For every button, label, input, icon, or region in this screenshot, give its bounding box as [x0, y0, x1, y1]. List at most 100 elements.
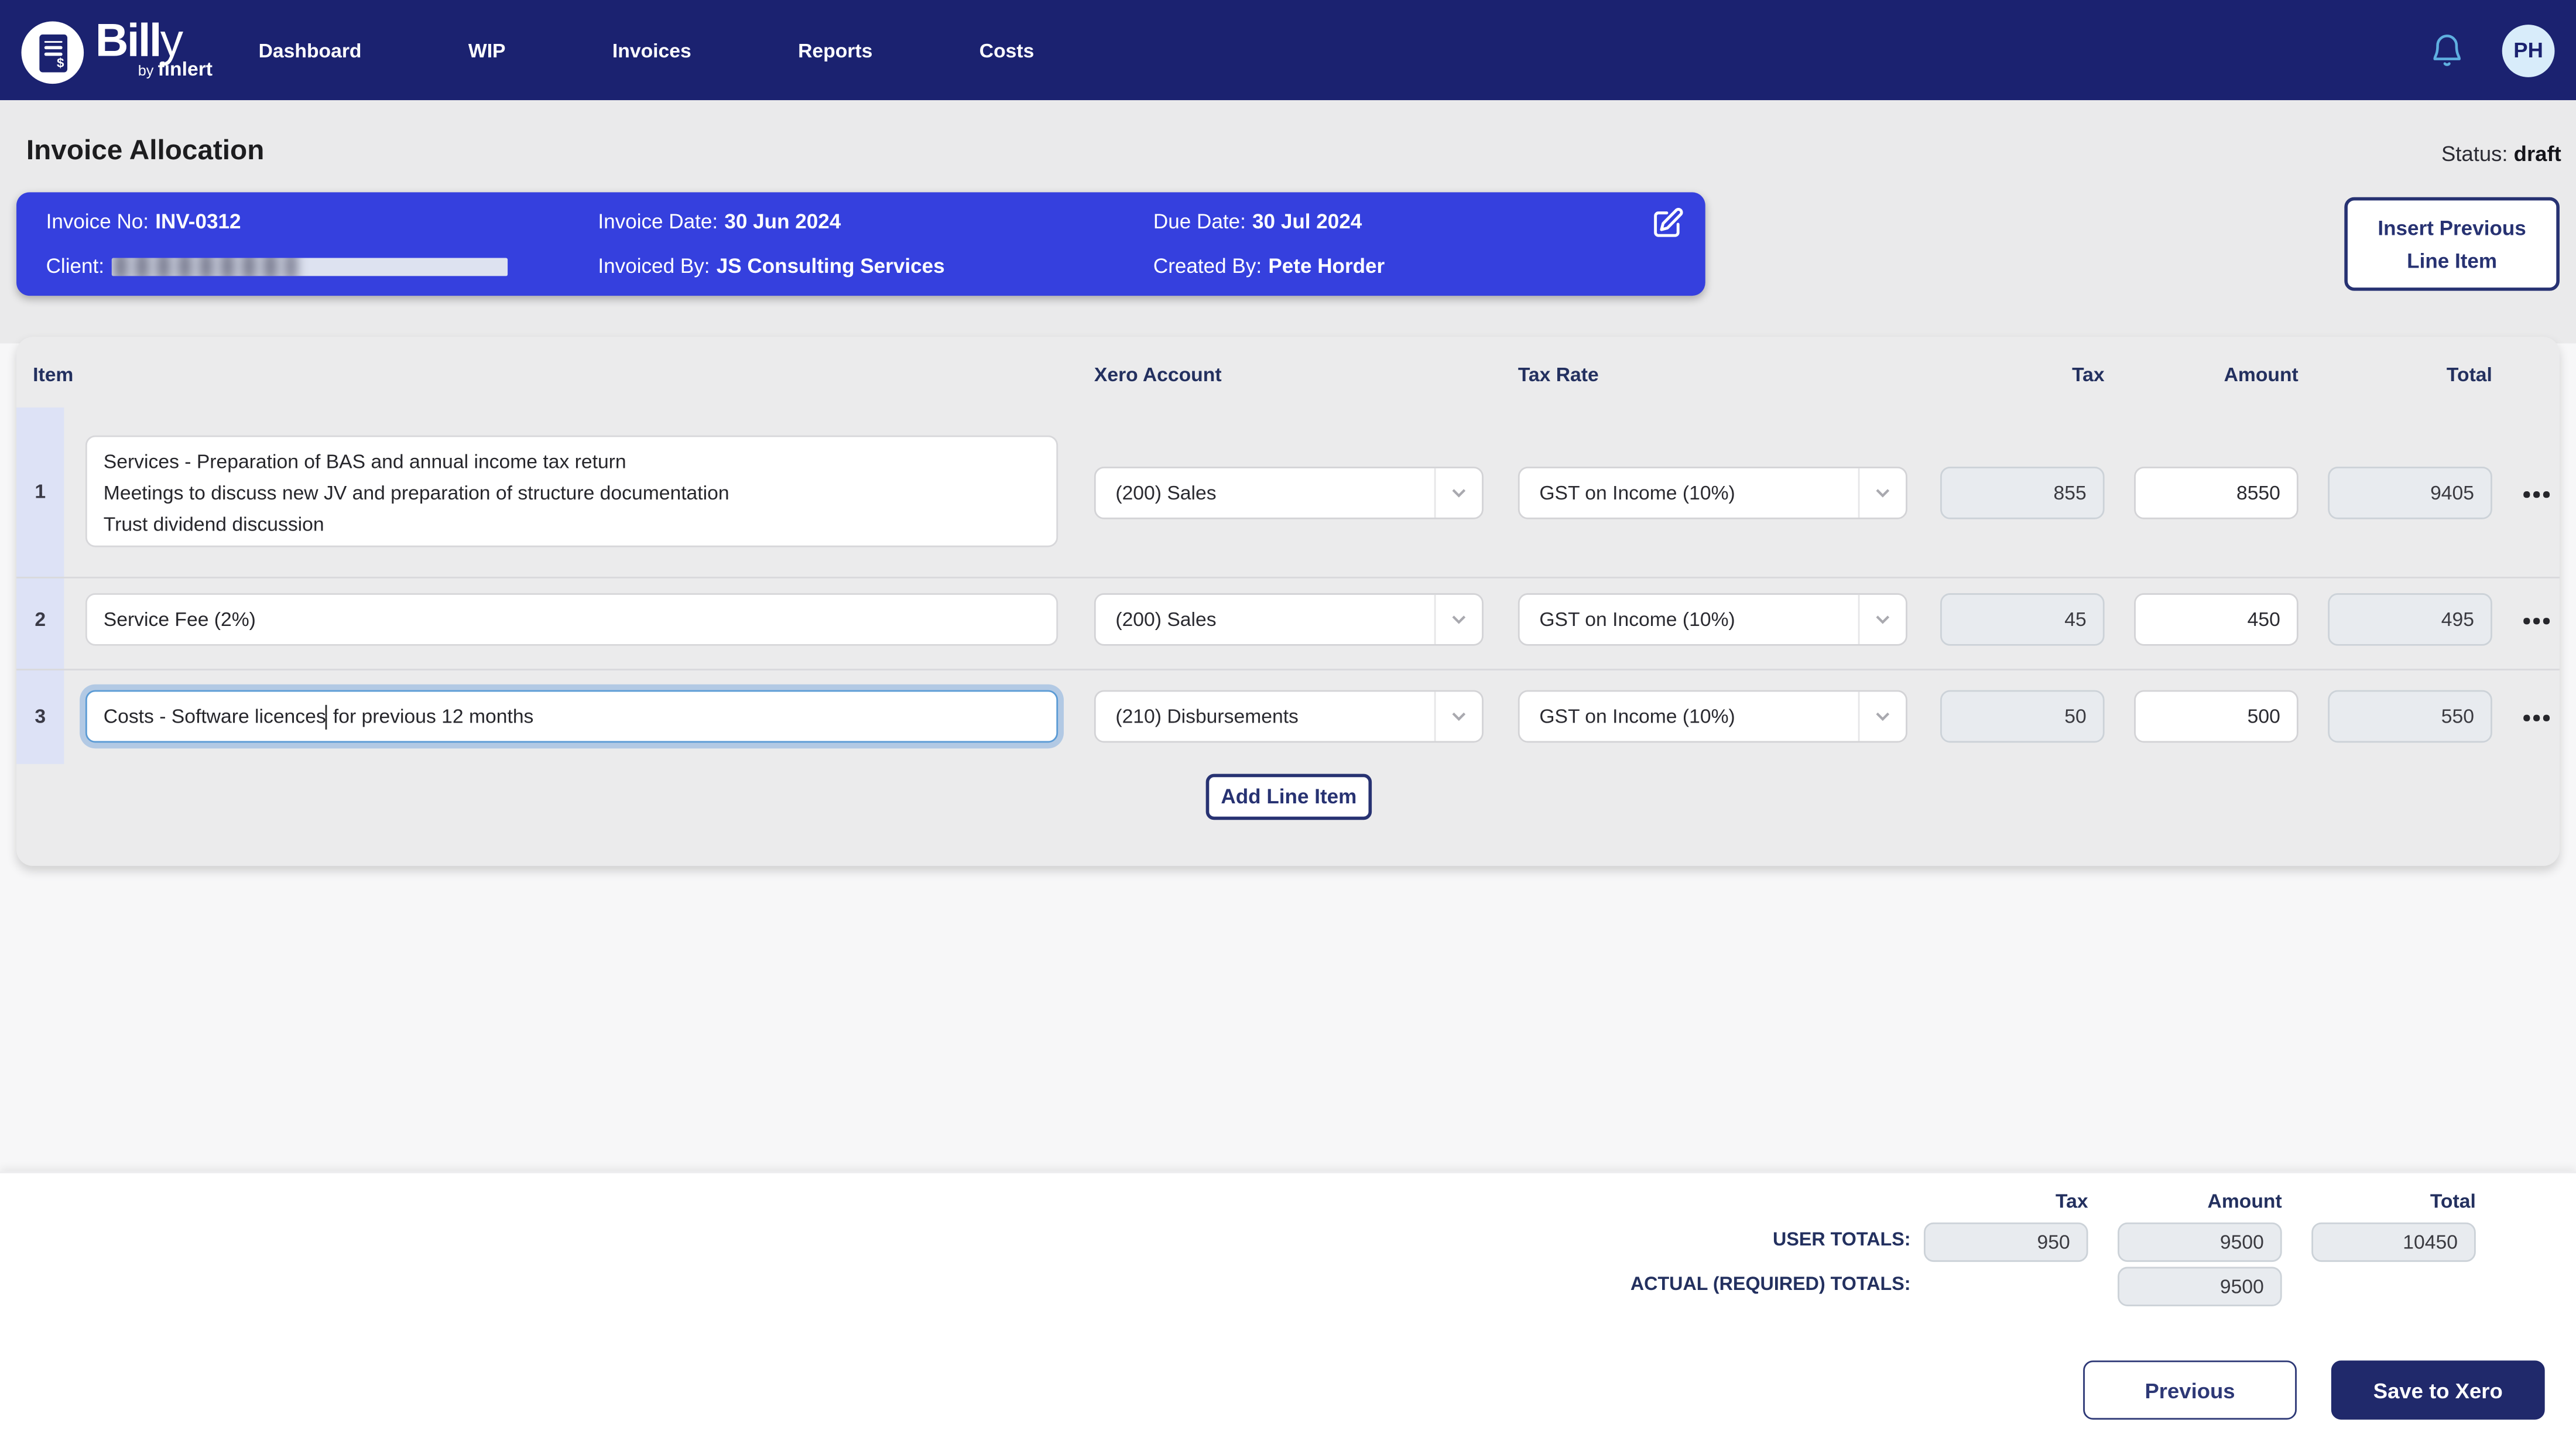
avatar[interactable]: PH	[2502, 24, 2555, 77]
status-label: Status:	[2441, 141, 2508, 166]
created-by: Created By: Pete Horder	[1153, 251, 1385, 279]
totals-header-tax: Tax	[1924, 1190, 2088, 1213]
invoice-summary-card: Invoice No: INV-0312 Client: Invoice Dat…	[16, 192, 1705, 296]
invoiced-by-value: JS Consulting Services	[717, 254, 945, 277]
page-title: Invoice Allocation	[26, 135, 264, 167]
amount-input[interactable]	[2134, 593, 2298, 646]
user-totals-amount	[2118, 1223, 2282, 1262]
created-by-value: Pete Horder	[1268, 254, 1385, 277]
client-name-redacted	[112, 258, 508, 276]
user-totals-tax	[1924, 1223, 2088, 1262]
chevron-down-icon	[1434, 595, 1482, 644]
client: Client:	[46, 251, 509, 279]
chevron-down-icon	[1434, 468, 1482, 518]
invoice-date-label: Invoice Date:	[598, 210, 718, 232]
item-text-before-caret: Costs - Software licences	[104, 705, 326, 728]
xero-account-value: (200) Sales	[1115, 608, 1216, 631]
nav-item-reports[interactable]: Reports	[798, 39, 872, 61]
insert-previous-line-item-button[interactable]: Insert Previous Line Item	[2344, 197, 2560, 291]
invoice-number-value: INV-0312	[155, 210, 241, 232]
xero-account-select[interactable]: (200) Sales	[1094, 467, 1484, 519]
ellipsis-menu-icon[interactable]	[2515, 488, 2558, 501]
row-number: 2	[16, 608, 64, 631]
chevron-down-icon	[1858, 468, 1906, 518]
invoice-number-label: Invoice No:	[46, 210, 149, 232]
item-line: Meetings to discuss new JV and preparati…	[104, 478, 1040, 509]
brand-byline: finlert	[157, 57, 213, 80]
nav-item-invoices[interactable]: Invoices	[612, 39, 691, 61]
invoiced-by: Invoiced By: JS Consulting Services	[598, 251, 944, 279]
xero-account-value: (210) Disbursements	[1115, 705, 1299, 728]
client-label: Client:	[46, 254, 104, 277]
column-header-xero-account: Xero Account	[1094, 363, 1222, 386]
totals-header-amount: Amount	[2118, 1190, 2282, 1213]
row-divider	[16, 669, 2560, 670]
invoice-allocation-page: $ Billy by finlert Dashboard WIP Invoice…	[0, 0, 2576, 1434]
column-header-amount: Amount	[2134, 363, 2298, 386]
invoice-date-value: 30 Jun 2024	[724, 210, 841, 232]
top-nav: $ Billy by finlert Dashboard WIP Invoice…	[0, 0, 2576, 100]
user-totals-total	[2311, 1223, 2476, 1262]
chevron-down-icon	[1858, 595, 1906, 644]
item-description-textarea[interactable]: Services - Preparation of BAS and annual…	[85, 436, 1058, 547]
due-date: Due Date: 30 Jul 2024	[1153, 207, 1385, 235]
chevron-down-icon	[1434, 692, 1482, 741]
tax-rate-select[interactable]: GST on Income (10%)	[1518, 467, 1907, 519]
brand-logo[interactable]: $ Billy by finlert	[21, 17, 213, 83]
item-description-input[interactable]: Service Fee (2%)	[85, 593, 1058, 646]
bell-icon[interactable]	[2428, 31, 2466, 69]
column-header-total: Total	[2328, 363, 2492, 386]
brand-by: by	[138, 61, 154, 78]
invoice-date: Invoice Date: 30 Jun 2024	[598, 207, 944, 235]
nav-item-dashboard[interactable]: Dashboard	[259, 39, 362, 61]
actual-totals-amount	[2118, 1267, 2282, 1306]
tax-rate-value: GST on Income (10%)	[1539, 705, 1735, 728]
xero-account-select[interactable]: (200) Sales	[1094, 593, 1484, 646]
ellipsis-menu-icon[interactable]	[2515, 614, 2558, 627]
totals-header-total: Total	[2311, 1190, 2476, 1213]
item-text-after-caret: for previous 12 months	[328, 705, 534, 728]
nav-menu: Dashboard WIP Invoices Reports Costs	[259, 39, 1034, 61]
status-badge: Status: draft	[2441, 141, 2561, 166]
total-input	[2328, 467, 2492, 519]
previous-button[interactable]: Previous	[2083, 1360, 2297, 1419]
totals-footer: Tax Amount Total USER TOTALS: ACTUAL (RE…	[0, 1172, 2576, 1434]
actual-totals-label: ACTUAL (REQUIRED) TOTALS:	[1249, 1275, 1911, 1295]
tax-input	[1940, 593, 2105, 646]
item-line: Services - Preparation of BAS and annual…	[104, 447, 1040, 478]
add-line-item-button[interactable]: Add Line Item	[1206, 774, 1372, 820]
row-number: 3	[16, 705, 64, 728]
tax-input	[1940, 690, 2105, 743]
invoice-number: Invoice No: INV-0312	[46, 207, 509, 235]
user-totals-label: USER TOTALS:	[1249, 1231, 1911, 1251]
tax-input	[1940, 467, 2105, 519]
due-date-label: Due Date:	[1153, 210, 1246, 232]
line-items-panel: Item Xero Account Tax Rate Tax Amount To…	[16, 337, 2560, 866]
amount-input[interactable]	[2134, 467, 2298, 519]
item-line: Trust dividend discussion	[104, 509, 1040, 540]
brand-text: Billy by finlert	[95, 17, 213, 80]
column-header-item: Item	[33, 363, 73, 386]
total-input	[2328, 690, 2492, 743]
item-description-input-focused[interactable]: Costs - Software licences for previous 1…	[85, 690, 1058, 743]
nav-item-wip[interactable]: WIP	[468, 39, 506, 61]
document-logo-icon: $	[21, 20, 84, 83]
tax-rate-value: GST on Income (10%)	[1539, 608, 1735, 631]
due-date-value: 30 Jul 2024	[1252, 210, 1362, 232]
row-number: 1	[16, 480, 64, 502]
xero-account-value: (200) Sales	[1115, 481, 1216, 504]
tax-rate-select[interactable]: GST on Income (10%)	[1518, 593, 1907, 646]
chevron-down-icon	[1858, 692, 1906, 741]
tax-rate-value: GST on Income (10%)	[1539, 481, 1735, 504]
ellipsis-menu-icon[interactable]	[2515, 711, 2558, 724]
created-by-label: Created By:	[1153, 254, 1262, 277]
xero-account-select[interactable]: (210) Disbursements	[1094, 690, 1484, 743]
pencil-square-edit-icon[interactable]	[1649, 206, 1686, 242]
row-divider	[16, 577, 2560, 579]
nav-item-costs[interactable]: Costs	[979, 39, 1034, 61]
save-to-xero-button[interactable]: Save to Xero	[2331, 1360, 2545, 1419]
status-value: draft	[2514, 141, 2561, 166]
amount-input[interactable]	[2134, 690, 2298, 743]
tax-rate-select[interactable]: GST on Income (10%)	[1518, 690, 1907, 743]
column-header-tax-rate: Tax Rate	[1518, 363, 1599, 386]
